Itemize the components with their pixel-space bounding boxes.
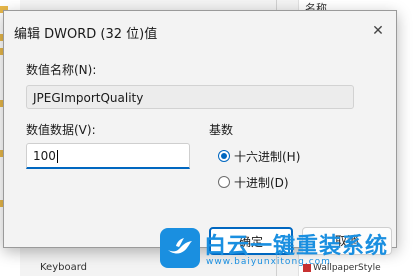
edit-dword-dialog: 编辑 DWORD (32 位)值 ✕ 数值名称(N): JPEGImportQu… (3, 10, 397, 255)
value-name-field[interactable]: JPEGImportQuality (26, 85, 354, 109)
radio-decimal-label: 十进制(D) (234, 175, 289, 190)
radio-unselected-icon (218, 176, 230, 188)
value-data-label: 数值数据(V): (26, 123, 96, 137)
tree-item-keyboard[interactable]: Keyboard (40, 262, 87, 273)
text-caret (56, 150, 58, 163)
watermark-title: 白云一键重装系统 (204, 234, 389, 259)
radio-hexadecimal[interactable]: 十六进制(H) (218, 147, 300, 165)
watermark-url: www.baiyunxitong.com (206, 257, 331, 267)
bird-logo-icon (160, 228, 200, 268)
value-name-label: 数值名称(N): (26, 63, 97, 77)
base-group-label: 基数 (209, 123, 234, 137)
dialog-title: 编辑 DWORD (32 位)值 (14, 27, 158, 42)
value-data-text: 100 (33, 149, 56, 163)
close-button[interactable]: ✕ (370, 23, 386, 39)
watermark: 白云一键重装系统 www.baiyunxitong.com (160, 226, 410, 274)
radio-hexadecimal-label: 十六进制(H) (234, 149, 301, 164)
radio-selected-icon (218, 150, 230, 162)
value-data-input[interactable]: 100 (26, 143, 190, 169)
radio-decimal[interactable]: 十进制(D) (218, 173, 289, 191)
